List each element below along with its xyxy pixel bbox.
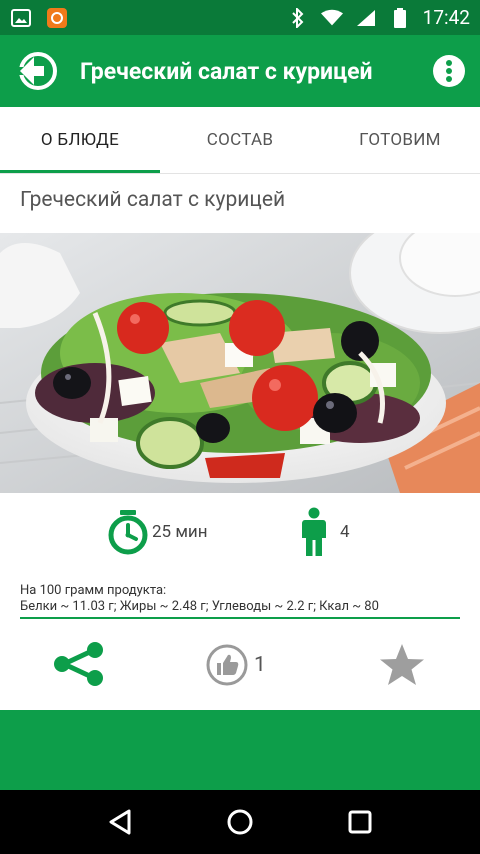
nutrition-values: Белки ~ 11.03 г; Жиры ~ 2.48 г; Углеводы… — [20, 599, 379, 614]
system-nav-bar — [0, 790, 480, 854]
nav-recents-icon — [348, 810, 372, 834]
status-notifications — [10, 7, 68, 28]
back-arrow-icon — [18, 52, 57, 90]
back-button[interactable] — [8, 41, 68, 101]
wifi-icon — [320, 9, 343, 27]
nav-recents-button[interactable] — [330, 797, 390, 847]
cooking-time: 25 мин — [106, 509, 208, 555]
tab-cooking[interactable]: ГОТОВИМ — [320, 107, 480, 173]
thumbs-up-icon — [206, 644, 248, 686]
share-button[interactable] — [52, 642, 104, 686]
nutrition-info: На 100 грамм продукта: Белки ~ 11.03 г; … — [20, 583, 460, 615]
favorite-button[interactable] — [378, 642, 426, 688]
recipe-title: Греческий салат с курицей — [20, 188, 286, 212]
tab-about[interactable]: О БЛЮДЕ — [0, 107, 160, 173]
timer-icon — [108, 510, 148, 555]
tab-ingredients[interactable]: СОСТАВ — [160, 107, 320, 173]
status-bar: 17:42 — [0, 0, 480, 35]
cooking-time-value: 25 мин — [152, 522, 208, 542]
nutrition-heading: На 100 грамм продукта: — [20, 583, 167, 598]
overflow-menu-button[interactable] — [427, 49, 471, 93]
person-icon — [302, 507, 326, 556]
servings-value: 4 — [340, 522, 350, 542]
nav-back-icon — [109, 809, 131, 835]
action-bar: 1 — [0, 640, 480, 690]
app-notification-icon — [46, 7, 68, 28]
recipe-photo — [0, 233, 480, 493]
like-button[interactable]: 1 — [206, 644, 266, 686]
nutrition-underline — [20, 617, 460, 619]
share-icon — [54, 642, 103, 686]
battery-icon — [389, 7, 411, 28]
app-title: Греческий салат с курицей — [80, 57, 373, 85]
status-time: 17:42 — [422, 6, 470, 29]
star-icon — [380, 644, 424, 685]
recipe-info: 25 мин 4 — [0, 503, 480, 559]
status-system: 17:42 — [287, 6, 470, 29]
nav-home-button[interactable] — [210, 797, 270, 847]
servings: 4 — [302, 507, 350, 557]
gallery-notification-icon — [10, 8, 32, 27]
app-bar: Греческий салат с курицей — [0, 35, 480, 107]
tab-bar: О БЛЮДЕ СОСТАВ ГОТОВИМ — [0, 107, 480, 173]
signal-icon — [355, 9, 377, 27]
nav-back-button[interactable] — [90, 797, 150, 847]
tabs-divider — [0, 173, 480, 174]
bluetooth-icon — [287, 7, 309, 28]
nav-home-icon — [227, 809, 253, 835]
more-vert-icon — [433, 55, 465, 87]
like-count: 1 — [254, 653, 266, 677]
bottom-banner — [0, 710, 480, 790]
